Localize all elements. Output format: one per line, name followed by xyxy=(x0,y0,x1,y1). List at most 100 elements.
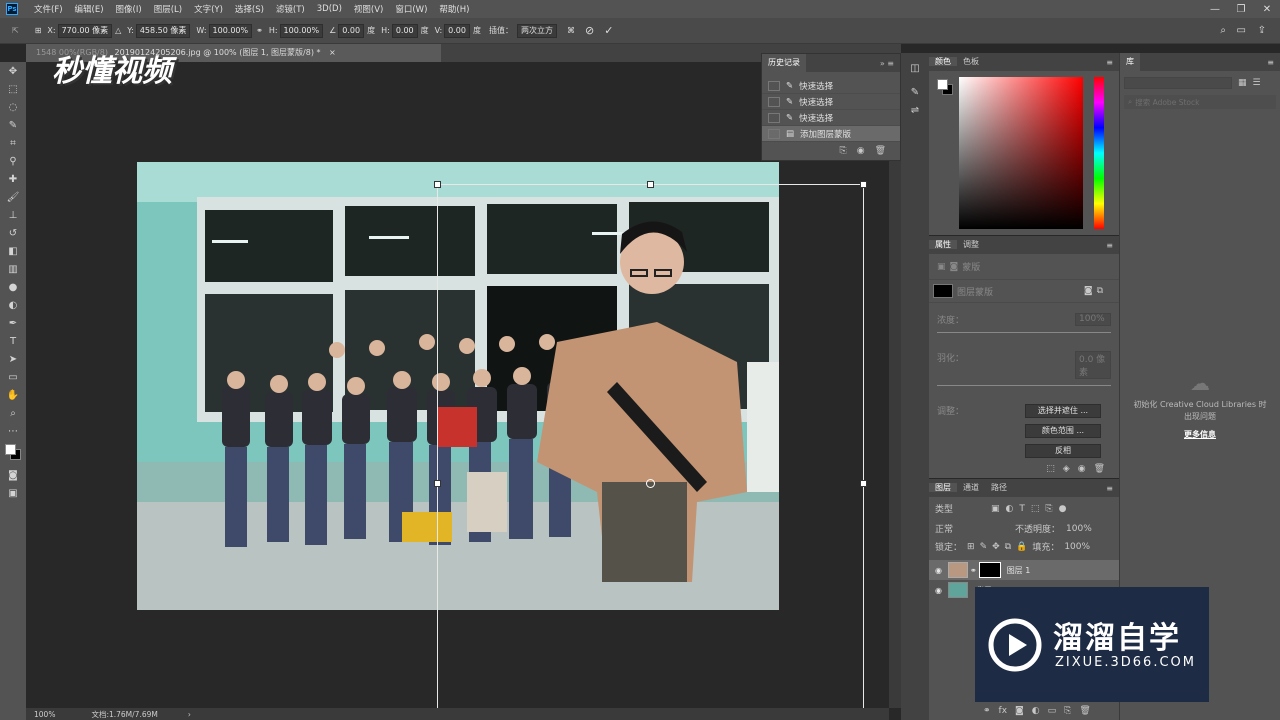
move-tool-icon[interactable]: ✥ xyxy=(0,62,26,80)
eyedropper-tool-icon[interactable]: ⚲ xyxy=(0,152,26,170)
quick-select-tool-icon[interactable]: ✎ xyxy=(0,116,26,134)
fx-icon[interactable]: fx xyxy=(999,706,1008,716)
select-mask-icon[interactable]: ◙ xyxy=(1084,286,1093,296)
lock-paint-icon[interactable]: ✎ xyxy=(980,542,988,552)
color-swatches[interactable] xyxy=(0,440,26,466)
eye-icon[interactable]: ◉ xyxy=(935,586,942,595)
color-picker-field[interactable] xyxy=(959,77,1083,229)
angle-field[interactable]: 0.00 xyxy=(338,23,365,38)
tab-close-icon[interactable]: × xyxy=(329,48,336,57)
history-title[interactable]: 历史记录 xyxy=(762,54,806,72)
workspace-icon[interactable]: ▭ xyxy=(1237,25,1246,36)
healing-tool-icon[interactable]: ✚ xyxy=(0,170,26,188)
type-tool-icon[interactable]: T xyxy=(0,332,26,350)
menu-view[interactable]: 视图(V) xyxy=(348,3,389,15)
chain-icon[interactable]: ⚭ xyxy=(970,566,977,575)
history-checkbox-icon[interactable] xyxy=(768,80,780,91)
menu-image[interactable]: 图像(I) xyxy=(110,3,148,15)
transform-handle[interactable] xyxy=(434,181,441,188)
delete-icon[interactable]: 🗑 xyxy=(1094,464,1105,474)
history-brush-tool-icon[interactable]: ↺ xyxy=(0,224,26,242)
panel-menu-icon[interactable]: ≡ xyxy=(1100,484,1119,493)
transform-handle[interactable] xyxy=(860,181,867,188)
feather-field[interactable]: 0.0 像素 xyxy=(1075,351,1111,379)
grid-view-icon[interactable]: ▦ xyxy=(1238,78,1247,88)
close-icon[interactable]: ✕ xyxy=(1254,0,1280,18)
mask-thumbnail[interactable] xyxy=(978,562,1001,578)
pen-tool-icon[interactable]: ✒ xyxy=(0,314,26,332)
panel-menu-icon[interactable]: » ≡ xyxy=(874,59,900,68)
history-checkbox-icon[interactable] xyxy=(768,112,780,123)
transform-handle[interactable] xyxy=(434,480,441,487)
hue-slider[interactable] xyxy=(1094,77,1104,229)
hand-tool-icon[interactable]: ✋ xyxy=(0,386,26,404)
filter-adjust-icon[interactable]: ◐ xyxy=(1006,504,1014,514)
panel-menu-icon[interactable]: ≡ xyxy=(1100,241,1119,250)
adjustment-icon[interactable]: ◐ xyxy=(1032,706,1040,716)
lock-artboard-icon[interactable]: ⧉ xyxy=(1005,542,1011,552)
adjust-panel-icon[interactable]: ⇌ xyxy=(901,101,929,119)
history-checkbox-icon[interactable] xyxy=(768,128,780,139)
brush-panel-icon[interactable]: ✎ xyxy=(901,83,929,101)
more-tools-icon[interactable]: ⋯ xyxy=(0,422,26,440)
blur-tool-icon[interactable]: ● xyxy=(0,278,26,296)
quick-mask-icon[interactable]: ◙ xyxy=(0,466,26,484)
history-item-active[interactable]: ▤ 添加图层蒙版 xyxy=(762,126,900,142)
share-icon[interactable]: ⇪ xyxy=(1258,25,1266,36)
stock-search-input[interactable]: ⌕ 搜索 Adobe Stock xyxy=(1124,95,1276,109)
pixel-mask-icon[interactable]: ▣ xyxy=(937,262,946,272)
menu-window[interactable]: 窗口(W) xyxy=(389,3,433,15)
filter-type-icon[interactable]: T xyxy=(1019,504,1025,514)
warp-icon[interactable]: ⌘ xyxy=(567,26,575,35)
link-icon[interactable]: ⚭ xyxy=(256,26,263,35)
eye-icon[interactable]: ◉ xyxy=(935,566,942,575)
history-panel-icon[interactable]: ◫ xyxy=(901,59,929,77)
reference-point-icon[interactable]: ⊞ xyxy=(35,26,42,35)
density-field[interactable]: 100% xyxy=(1075,313,1111,326)
vector-mask-icon[interactable]: ◙ xyxy=(950,262,959,272)
interp-select[interactable]: 两次立方 xyxy=(516,23,557,38)
load-selection-icon[interactable]: ⬚ xyxy=(1046,464,1055,474)
library-title[interactable]: 库 xyxy=(1120,53,1140,71)
invert-button[interactable]: 反相 xyxy=(1025,444,1101,458)
filter-pixel-icon[interactable]: ▣ xyxy=(991,504,1000,514)
more-info-link[interactable]: 更多信息 xyxy=(1120,429,1280,440)
cancel-icon[interactable]: ⊘ xyxy=(585,24,594,37)
x-field[interactable]: 770.00 像素 xyxy=(57,23,113,38)
commit-icon[interactable]: ✓ xyxy=(604,24,613,37)
select-and-mask-button[interactable]: 选择并遮住 ... xyxy=(1025,404,1101,418)
history-item[interactable]: ✎ 快速选择 xyxy=(762,78,900,94)
restore-icon[interactable]: ❐ xyxy=(1228,0,1254,18)
foreground-color-icon[interactable] xyxy=(5,444,16,455)
group-icon[interactable]: ▭ xyxy=(1048,706,1057,716)
fill-field[interactable]: 100% xyxy=(1064,542,1090,552)
marquee-tool-icon[interactable]: ⬚ xyxy=(0,80,26,98)
menu-file[interactable]: 文件(F) xyxy=(28,3,69,15)
y-field[interactable]: 458.50 像素 xyxy=(135,23,191,38)
opacity-field[interactable]: 100% xyxy=(1066,524,1092,534)
hskew-field[interactable]: 0.00 xyxy=(391,23,418,38)
filter-smart-icon[interactable]: ⎘ xyxy=(1045,504,1052,514)
menu-3d[interactable]: 3D(D) xyxy=(311,4,348,14)
minimize-icon[interactable]: — xyxy=(1202,0,1228,18)
menu-layer[interactable]: 图层(L) xyxy=(148,3,188,15)
delete-icon[interactable]: 🗑 xyxy=(875,146,886,156)
zoom-level[interactable]: 100% xyxy=(34,710,55,719)
dodge-tool-icon[interactable]: ◐ xyxy=(0,296,26,314)
filter-shape-icon[interactable]: ⬚ xyxy=(1031,504,1040,514)
history-item[interactable]: ✎ 快速选择 xyxy=(762,110,900,126)
menu-edit[interactable]: 编辑(E) xyxy=(69,3,110,15)
snapshot-icon[interactable]: ◉ xyxy=(857,146,865,156)
menu-filter[interactable]: 滤镜(T) xyxy=(270,3,311,15)
vskew-field[interactable]: 0.00 xyxy=(444,23,470,38)
h-field[interactable]: 100.00% xyxy=(279,23,324,38)
panel-menu-icon[interactable]: ≡ xyxy=(1261,58,1280,67)
blend-mode-select[interactable]: 正常 xyxy=(935,522,1009,535)
tab-properties[interactable]: 属性 xyxy=(929,240,957,249)
fg-color-swatch[interactable] xyxy=(937,79,948,90)
tab-swatches[interactable]: 色板 xyxy=(957,57,985,66)
layer-name[interactable]: 图层 1 xyxy=(1007,565,1031,576)
tab-color[interactable]: 颜色 xyxy=(929,57,957,66)
density-slider[interactable] xyxy=(937,332,1111,333)
lock-pixels-icon[interactable]: ⊞ xyxy=(967,542,975,552)
